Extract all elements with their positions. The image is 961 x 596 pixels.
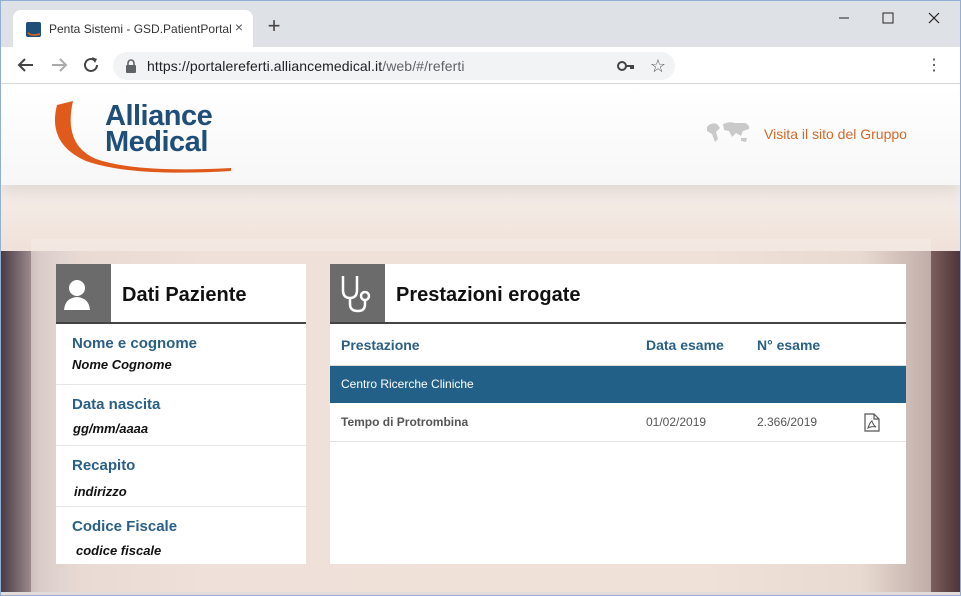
key-icon[interactable]: [617, 59, 635, 73]
table-row[interactable]: Tempo di Protrombina 01/02/2019 2.366/20…: [330, 403, 906, 442]
field-label: Data nascita: [72, 396, 161, 413]
visit-group-link[interactable]: Visita il sito del Gruppo: [764, 126, 907, 142]
column-header-prestazione[interactable]: Prestazione: [341, 337, 420, 353]
column-header-data-esame[interactable]: Data esame: [646, 337, 724, 353]
tab-title: Penta Sistemi - GSD.PatientPortal: [49, 22, 232, 36]
patient-data-card: Dati Paziente Nome e cognome Nome Cognom…: [56, 264, 306, 564]
browser-tab[interactable]: Penta Sistemi - GSD.PatientPortal ×: [13, 10, 253, 47]
stethoscope-icon: [341, 276, 371, 313]
tab-close-icon[interactable]: ×: [231, 19, 247, 35]
patient-card-title: Dati Paziente: [122, 284, 247, 306]
field-fiscal-code: Codice Fiscale codice fiscale: [56, 507, 306, 568]
field-address: Recapito indirizzo: [56, 446, 306, 507]
field-label: Nome e cognome: [72, 335, 198, 352]
field-value: indirizzo: [74, 484, 127, 499]
minimize-icon[interactable]: [821, 1, 867, 35]
field-birthdate: Data nascita gg/mm/aaaa: [56, 385, 306, 446]
bookmark-star-icon[interactable]: ☆: [648, 56, 668, 76]
cell-data-esame: 01/02/2019: [646, 415, 707, 429]
user-icon: [64, 280, 90, 310]
logo-text-line2: Medical: [105, 126, 208, 158]
patient-card-header: Dati Paziente: [56, 264, 306, 324]
site-header: Alliance Medical Visita il sito del Grup…: [1, 85, 960, 185]
field-label: Codice Fiscale: [72, 518, 178, 535]
pdf-icon[interactable]: [864, 413, 880, 432]
lock-icon: [126, 59, 136, 73]
browser-toolbar: https://portalereferti.alliancemedical.i…: [1, 47, 960, 84]
field-value: Nome Cognome: [72, 357, 172, 372]
close-window-icon[interactable]: [911, 1, 957, 35]
forward-arrow-icon[interactable]: [48, 54, 70, 76]
favicon-icon: [26, 22, 41, 37]
field-label: Recapito: [72, 457, 136, 474]
services-card-title: Prestazioni erogate: [396, 284, 581, 306]
stethoscope-icon-box: [330, 264, 385, 322]
field-name: Nome e cognome Nome Cognome: [56, 324, 306, 385]
new-tab-button[interactable]: +: [263, 15, 285, 38]
reload-icon[interactable]: [80, 54, 102, 76]
column-header-n-esame[interactable]: N° esame: [757, 337, 820, 353]
footer-strip: [1, 592, 960, 595]
cell-n-esame: 2.366/2019: [757, 415, 818, 429]
maximize-icon[interactable]: [865, 1, 911, 35]
services-card: Prestazioni erogate Prestazione Data esa…: [330, 264, 906, 564]
browser-window: Penta Sistemi - GSD.PatientPortal × + ht…: [0, 0, 961, 596]
user-icon-box: [56, 264, 111, 322]
browser-menu-icon[interactable]: ⋮: [926, 55, 942, 75]
world-map-icon[interactable]: [705, 119, 751, 145]
services-table-header: Prestazione Data esame N° esame: [330, 324, 906, 366]
title-bar: Penta Sistemi - GSD.PatientPortal × +: [1, 1, 960, 47]
url-text: https://portalereferti.alliancemedical.i…: [147, 58, 465, 74]
page-content: Alliance Medical Visita il sito del Grup…: [1, 85, 960, 595]
address-bar[interactable]: https://portalereferti.alliancemedical.i…: [113, 52, 675, 80]
field-value: gg/mm/aaaa: [73, 421, 149, 436]
field-value: codice fiscale: [76, 543, 162, 558]
group-row: Centro Ricerche Cliniche: [330, 366, 906, 403]
back-arrow-icon[interactable]: [15, 54, 37, 76]
services-card-header: Prestazioni erogate: [330, 264, 906, 324]
cell-prestazione: Tempo di Protrombina: [341, 415, 469, 429]
group-label: Centro Ricerche Cliniche: [341, 377, 474, 391]
